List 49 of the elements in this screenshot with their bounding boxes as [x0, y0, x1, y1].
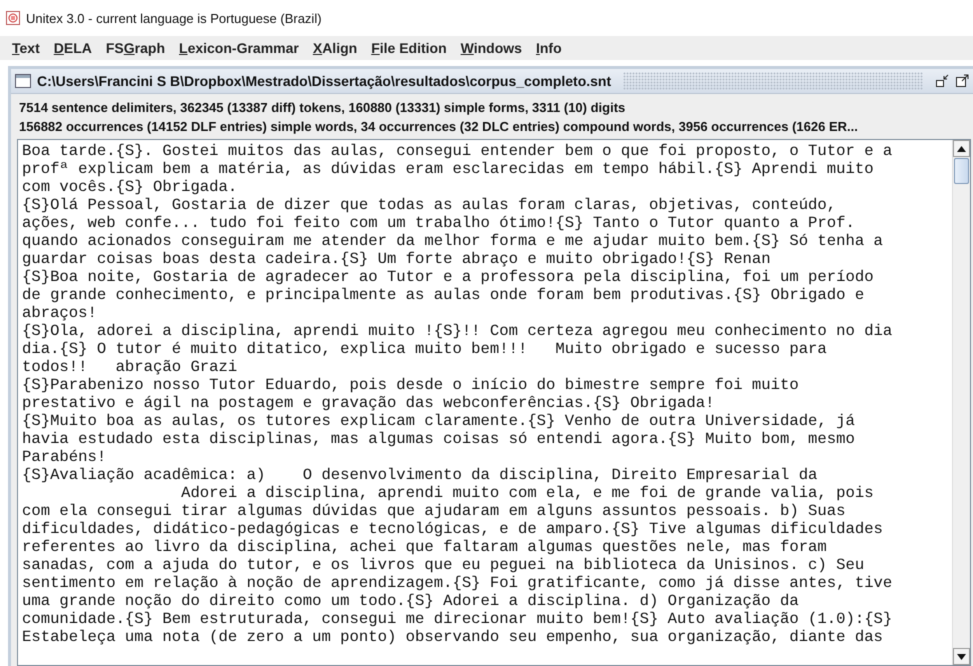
text-line: {S}Parabenizo nosso Tutor Eduardo, pois desde o início do bimestre sempre foi muito: [22, 376, 800, 394]
scrollbar[interactable]: [952, 140, 970, 665]
scroll-down-icon[interactable]: [953, 648, 970, 665]
text-line: ações, web confe... tudo foi feito com um trabalho ótimo!{S} Tanto o Tutor quanto a Prof.: [22, 214, 856, 232]
window-icon: [15, 74, 31, 88]
text-line: todos!! abração Grazi: [22, 358, 238, 376]
app-icon: [6, 11, 20, 25]
text-line: uma grande noção do direito como um todo.{S} Adorei a disciplina. d) Organização da: [22, 592, 800, 610]
text-line: {S}Ola, adorei a disciplina, aprendi muito !{S}!! Com certeza agregou meu conhecimento no dia: [22, 322, 894, 340]
text-line: {S}Muito boa as aulas, os tutores explicam claramente.{S} Venho de outra Universidade, já: [22, 412, 856, 430]
menu-item[interactable]: Info: [536, 40, 562, 56]
menu-item[interactable]: File Edition: [371, 40, 447, 56]
text-line: Parabéns!: [22, 448, 108, 466]
text-line: quando acionados conseguiram me atender da melhor forma e me ajudar muito bem.{S} Só tenha a: [22, 232, 884, 250]
maximize-icon[interactable]: [955, 74, 969, 88]
text-line: profª explicam bem a matéria, as dúvidas eram esclarecidas em tempo hábil.{S} Aprendi muito: [22, 160, 875, 178]
document-path: C:\Users\Francini S B\Dropbox\Mestrado\Dissertação\resultados\corpus_completo.snt: [37, 73, 612, 89]
minimize-icon[interactable]: [935, 74, 949, 88]
text-line: dificuldades, didático-pedagógicas e tecnológicas, e de amparo.{S} Tive algumas dificuldades: [22, 520, 884, 538]
text-line: Estabeleça uma nota (de zero a um ponto) observando seu empenho, sua organização, diante das: [22, 628, 884, 646]
text-line: {S}Boa noite, Gostaria de agradecer ao Tutor e a professora pela disciplina, foi um período: [22, 268, 875, 286]
text-line: dia.{S} O tutor é muito ditatico, explica muito bem!!! Muito obrigado e sucesso para: [22, 340, 828, 358]
text-line: {S}Olá Pessoal, Gostaria de dizer que todas as aulas foram claras, objetivas, conteúdo,: [22, 196, 838, 214]
text-line: prestativo e ágil na postagem e gravação das webconferências.{S} Obrigada!: [22, 394, 716, 412]
scroll-up-icon[interactable]: [953, 140, 970, 157]
text-line: havia estudado esta disciplinas, mas algumas coisas só entendi agora.{S} Muito bom, mesmo: [22, 430, 856, 448]
scroll-thumb[interactable]: [954, 158, 969, 184]
menu-item[interactable]: Windows: [460, 40, 522, 56]
menu-item[interactable]: XAlign: [312, 40, 358, 56]
text-line: de grande conhecimento, e principalmente as aulas onde foram bem produtivas.{S} Obrigado e: [22, 286, 866, 304]
text-line: abraços!: [22, 304, 98, 322]
text-line: sentimento em relação à noção de aprendizagem.{S} Foi gratificante, como já disse antes, tive: [22, 574, 894, 592]
menu-item[interactable]: FSGraph: [106, 40, 165, 56]
text-line: Boa tarde.{S}. Gostei muitos das aulas, consegui entender bem o que foi proposto, o Tutor e a: [22, 142, 894, 160]
menu-item[interactable]: Lexicon-Grammar: [179, 40, 299, 56]
window-title: Unitex 3.0 - current language is Portuguese (Brazil): [26, 10, 322, 26]
text-line: {S}Avaliação acadêmica: a) O desenvolvimento da disciplina, Direito Empresarial da: [22, 466, 818, 484]
statistics-line: 7514 sentence delimiters, 362345 (13387 diff) tokens, 160880 (13331) simple forms, 3311 (10) digits: [19, 99, 626, 117]
statistics-line: 156882 occurrences (14152 DLF entries) simple words, 34 occurrences (32 DLC entries) compound words, 3956 occurrences (1626 ER...: [19, 118, 859, 136]
text-line: referentes ao livro da disciplina, achei que faltaram algumas questões nele, mas foram: [22, 538, 828, 556]
text-line: guardar coisas boas desta cadeira.{S} Um forte abraço e muito obrigado!{S} Renan: [22, 250, 772, 268]
text-line: com vocês.{S} Obrigada.: [22, 178, 238, 196]
text-line: com ela consegui tirar algumas dúvidas que ajudaram em alguns assuntos pessoais. b) Suas: [22, 502, 846, 520]
menu-item[interactable]: Text: [12, 40, 40, 56]
menu-item[interactable]: DELA: [54, 40, 92, 56]
text-line: comunidade.{S} Bem estruturada, consegui me direcionar muito bem!{S} Auto avaliação (1.0):{S}: [22, 610, 894, 628]
text-line: Adorei a disciplina, aprendi muito com ela, e me foi de grande valia, pois: [180, 484, 875, 502]
text-area[interactable]: [18, 140, 952, 665]
text-line: sanadas, com a ajuda do tutor, e os livros que eu peguei na biblioteca da Unisinos. c) Seu: [22, 556, 866, 574]
